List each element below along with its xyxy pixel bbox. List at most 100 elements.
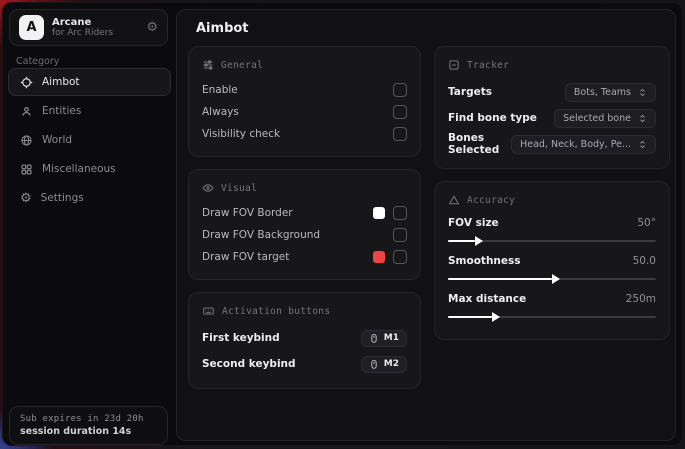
person-scan-icon [20,105,33,118]
sidebar-item-label: Entities [42,105,81,117]
tracker-card-header: Tracker [448,59,656,71]
enable-checkbox[interactable] [393,83,407,97]
sidebar-item-settings[interactable]: ⚙ Settings [8,184,171,212]
slider-fill [448,278,552,280]
visibility-check-checkbox[interactable] [393,127,407,141]
first-keybind-button[interactable]: M1 [361,330,407,347]
page-title: Aimbot [196,21,249,36]
grid-icon [20,163,33,176]
row-label: Max distance [448,293,526,305]
row-label: First keybind [202,332,280,344]
sidebar-item-miscellaneous[interactable]: Miscellaneous [8,155,171,183]
subscription-card: Sub expires in 23d 20h session duration … [9,406,168,445]
app-logo: A [19,15,44,40]
row-label: Draw FOV target [202,251,289,263]
app-subtitle: for Arc Riders [52,28,138,38]
visual-row-fov-target: Draw FOV target [202,246,407,268]
visual-row-fov-border: Draw FOV Border [202,202,407,224]
smoothness-slider[interactable] [448,278,656,280]
row-label: Visibility check [202,128,280,140]
column-left: General Enable Always Visibility check [188,46,421,389]
app-name: Arcane [52,17,138,29]
fov-background-checkbox[interactable] [393,228,407,242]
accuracy-card: Accuracy FOV size 50° Smoothness 50.0 [434,181,670,340]
row-label: Always [202,106,239,118]
max-distance-value: 250m [626,293,656,305]
fov-target-checkbox[interactable] [393,250,407,264]
general-row-always: Always [202,101,407,123]
card-title: Tracker [467,60,509,71]
visual-card-header: Visual [202,182,407,194]
sub-expiry-text: Sub expires in 23d 20h [20,414,157,424]
sidebar-item-aimbot[interactable]: Aimbot [8,68,171,96]
keyboard-icon [202,305,215,317]
settings-gear-icon[interactable]: ⚙ [146,21,158,34]
bones-selected-dropdown[interactable]: Head, Neck, Body, Pe... [511,135,656,154]
keybind-value: M2 [384,359,399,369]
unfold-more-icon [638,139,647,150]
tracker-row-find-bone-type: Find bone type Selected bone [448,105,656,131]
app-window: A Arcane for Arc Riders ⚙ Category Aimbo… [2,2,683,446]
smoothness-value: 50.0 [633,255,656,267]
row-label: Find bone type [448,112,537,124]
fov-border-checkbox[interactable] [393,206,407,220]
activation-buttons-card: Activation buttons First keybind M1 Seco… [188,292,421,389]
sidebar-item-label: Miscellaneous [42,163,116,175]
row-label: Draw FOV Border [202,207,293,219]
tracker-row-targets: Targets Bots, Teams [448,79,656,105]
sliders-icon [202,59,214,71]
targets-dropdown[interactable]: Bots, Teams [565,83,656,102]
globe-icon [20,134,33,147]
dropdown-value: Head, Neck, Body, Pe... [520,139,631,150]
slider-fill [448,240,475,242]
fov-size-value: 50° [637,217,656,229]
session-duration-text: session duration 14s [20,426,157,437]
unfold-more-icon [638,113,647,124]
general-card-header: General [202,59,407,71]
brand-text: Arcane for Arc Riders [52,17,138,39]
accuracy-row-fov-size: FOV size 50° [448,214,656,242]
fov-target-color-swatch[interactable] [373,251,385,263]
accuracy-card-header: Accuracy [448,194,656,206]
general-row-visibility-check: Visibility check [202,123,407,145]
category-label: Category [16,56,59,67]
activation-row-first-keybind: First keybind M1 [202,325,407,351]
card-title: Activation buttons [222,306,330,317]
row-label: FOV size [448,217,499,229]
second-keybind-button[interactable]: M2 [361,356,407,373]
accuracy-row-max-distance: Max distance 250m [448,290,656,318]
always-checkbox[interactable] [393,105,407,119]
triangle-icon [448,194,460,206]
row-label: Enable [202,84,238,96]
column-right: Tracker Targets Bots, Teams Find bone ty… [434,46,670,340]
general-card: General Enable Always Visibility check [188,46,421,157]
card-title: Accuracy [467,195,515,206]
unfold-more-icon [638,87,647,98]
sidebar-item-entities[interactable]: Entities [8,97,171,125]
sidebar-nav: Aimbot Entities World Miscellaneous [8,68,171,212]
visual-row-fov-background: Draw FOV Background [202,224,407,246]
general-row-enable: Enable [202,79,407,101]
accuracy-row-smoothness: Smoothness 50.0 [448,252,656,280]
eye-icon [202,182,214,194]
activation-card-header: Activation buttons [202,305,407,317]
gear-icon: ⚙ [20,192,32,205]
sidebar-item-label: World [42,134,72,146]
card-title: General [221,60,263,71]
sidebar-item-label: Aimbot [42,76,80,88]
row-label: Draw FOV Background [202,229,320,241]
fov-border-color-swatch[interactable] [373,207,385,219]
row-label: Targets [448,86,492,98]
tracker-row-bones-selected: Bones Selected Head, Neck, Body, Pe... [448,131,656,157]
card-title: Visual [221,183,257,194]
sidebar-item-world[interactable]: World [8,126,171,154]
find-bone-type-dropdown[interactable]: Selected bone [554,109,656,128]
fov-size-slider[interactable] [448,240,656,242]
dropdown-value: Bots, Teams [574,87,631,98]
keybind-value: M1 [384,333,399,343]
visual-card: Visual Draw FOV Border Draw FOV Backgrou… [188,169,421,280]
brand-card: A Arcane for Arc Riders ⚙ [9,9,168,46]
row-label: Smoothness [448,255,521,267]
max-distance-slider[interactable] [448,316,656,318]
tracker-frame-icon [448,59,460,71]
